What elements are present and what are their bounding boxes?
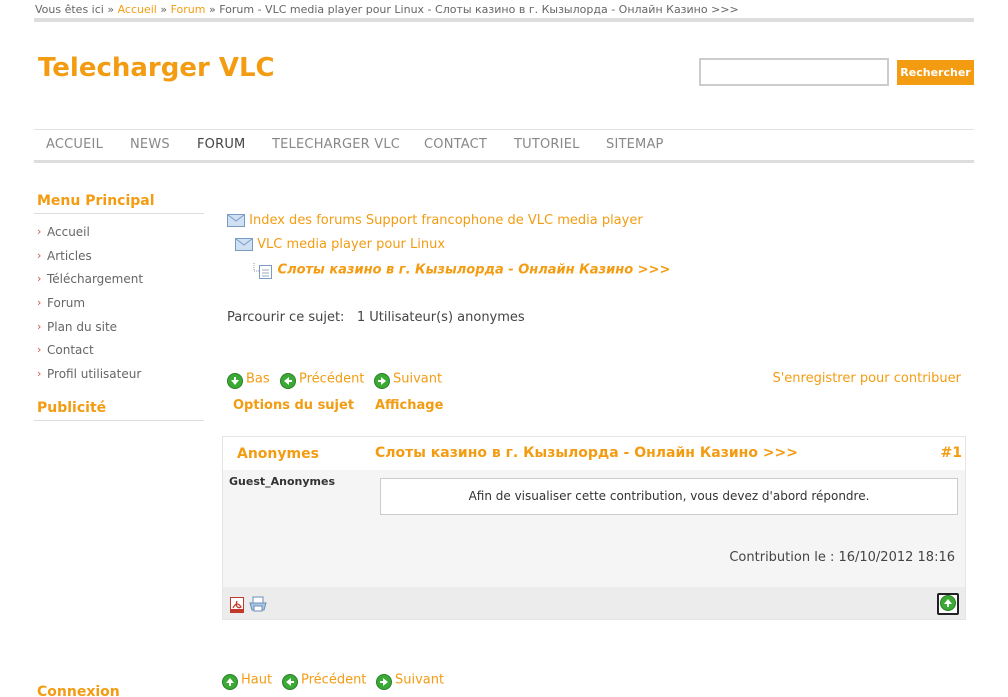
subforum-link[interactable]: VLC media player pour Linux bbox=[257, 237, 445, 252]
chevron-right-icon: › bbox=[37, 248, 42, 262]
topic-row: Слоты казино в г. Кызылорда - Онлайн Каз… bbox=[253, 261, 670, 279]
nav-item-telecharger[interactable]: TELECHARGER VLC bbox=[272, 137, 400, 152]
back-to-top-button[interactable] bbox=[937, 593, 959, 615]
nav-item-news[interactable]: NEWS bbox=[130, 137, 170, 152]
breadcrumb: Vous êtes ici » Accueil » Forum » Forum … bbox=[35, 3, 739, 16]
topic-options-menu[interactable]: Options du sujet bbox=[233, 398, 354, 413]
arrow-right-icon bbox=[374, 373, 390, 389]
arrow-down-icon bbox=[227, 373, 243, 389]
previous-button[interactable]: Précédent bbox=[280, 371, 364, 389]
chevron-right-icon: › bbox=[37, 225, 42, 238]
bottom-button[interactable]: Bas bbox=[227, 371, 270, 389]
nav-item-accueil[interactable]: ACCUEIL bbox=[46, 137, 103, 152]
breadcrumb-current: Forum - VLC media player pour Linux - Сл… bbox=[219, 3, 739, 16]
arrow-right-icon bbox=[376, 674, 392, 690]
forum-index-link[interactable]: Index des forums Support francophone de … bbox=[249, 213, 643, 228]
sidebar-item-plan-du-site[interactable]: › Plan du site bbox=[37, 319, 143, 343]
post-header: Anonymes Слоты казино в г. Кызылорда - О… bbox=[223, 437, 965, 470]
sidebar-divider bbox=[34, 420, 204, 421]
sidebar-item-telechargement[interactable]: › Téléchargement bbox=[37, 271, 143, 295]
sidebar-menu-title: Menu Principal bbox=[37, 193, 155, 209]
site-title[interactable]: Telecharger VLC bbox=[38, 53, 275, 83]
previous-button-bottom[interactable]: Précédent bbox=[282, 672, 366, 690]
browse-label: Parcourir ce sujet: bbox=[227, 310, 345, 325]
forum-index-row: Index des forums Support francophone de … bbox=[227, 213, 643, 228]
sidebar-menu: › Accueil › Articles › Téléchargement › Foru… bbox=[37, 224, 143, 390]
sidebar-item-forum[interactable]: › Forum bbox=[37, 295, 143, 319]
sidebar-item-articles[interactable]: › Articles bbox=[37, 248, 143, 272]
main-nav: ACCUEIL NEWS FORUM TELECHARGER VLC CONTA… bbox=[34, 129, 974, 163]
post-footer bbox=[223, 587, 965, 619]
register-link[interactable]: S'enregistrer pour contribuer bbox=[772, 371, 961, 386]
sidebar-item-profil[interactable]: › Profil utilisateur bbox=[37, 366, 143, 390]
browse-value: 1 Utilisateur(s) anonymes bbox=[356, 310, 525, 325]
breadcrumb-link-accueil[interactable]: Accueil bbox=[118, 3, 157, 16]
post-date: Contribution le : 16/10/2012 18:16 bbox=[729, 550, 955, 565]
print-icon[interactable] bbox=[249, 596, 267, 612]
next-button[interactable]: Suivant bbox=[374, 371, 442, 389]
pdf-icon[interactable] bbox=[229, 597, 245, 613]
breadcrumb-link-forum[interactable]: Forum bbox=[171, 3, 206, 16]
post-title[interactable]: Слоты казино в г. Кызылорда - Онлайн Каз… bbox=[375, 445, 798, 461]
post-number[interactable]: #1 bbox=[941, 445, 962, 461]
breadcrumb-prefix: Vous êtes ici bbox=[35, 3, 104, 16]
sidebar-item-accueil[interactable]: › Accueil bbox=[37, 224, 143, 248]
arrow-up-icon bbox=[222, 674, 238, 690]
search-input[interactable] bbox=[699, 58, 889, 86]
browse-info: Parcourir ce sujet: 1 Utilisateur(s) ano… bbox=[227, 310, 525, 325]
chevron-right-icon: › bbox=[37, 272, 42, 286]
chevron-right-icon: › bbox=[37, 343, 42, 357]
sidebar-pub-title: Publicité bbox=[37, 400, 107, 416]
search-button[interactable]: Rechercher bbox=[897, 60, 974, 85]
folder-mail-icon bbox=[235, 238, 253, 251]
chevron-right-icon: › bbox=[37, 296, 42, 310]
arrow-left-icon bbox=[280, 373, 296, 389]
sidebar-login-title: Connexion bbox=[37, 684, 120, 697]
arrow-left-icon bbox=[282, 674, 298, 690]
top-button[interactable]: Haut bbox=[222, 672, 272, 690]
sidebar-divider bbox=[34, 213, 204, 214]
post-body: Afin de visualiser cette contribution, v… bbox=[380, 478, 958, 515]
next-button-bottom[interactable]: Suivant bbox=[376, 672, 444, 690]
arrow-up-icon bbox=[940, 595, 956, 611]
subforum-row: VLC media player pour Linux bbox=[235, 237, 445, 252]
document-icon bbox=[253, 263, 272, 279]
post-username: Guest_Anonymes bbox=[229, 475, 335, 488]
chevron-right-icon: › bbox=[37, 367, 42, 381]
display-menu[interactable]: Affichage bbox=[375, 398, 443, 413]
nav-item-sitemap[interactable]: SITEMAP bbox=[606, 137, 664, 152]
forum-post: Anonymes Слоты казино в г. Кызылорда - О… bbox=[222, 436, 966, 620]
topic-title[interactable]: Слоты казино в г. Кызылорда - Онлайн Каз… bbox=[278, 263, 671, 278]
nav-item-tutoriel[interactable]: TUTORIEL bbox=[514, 137, 580, 152]
folder-mail-icon bbox=[227, 214, 245, 227]
nav-item-forum[interactable]: FORUM bbox=[197, 137, 245, 152]
chevron-right-icon: › bbox=[37, 319, 42, 333]
nav-item-contact[interactable]: CONTACT bbox=[424, 137, 487, 152]
sidebar-item-contact[interactable]: › Contact bbox=[37, 342, 143, 366]
top-divider bbox=[34, 18, 974, 22]
post-author: Anonymes bbox=[237, 446, 319, 462]
